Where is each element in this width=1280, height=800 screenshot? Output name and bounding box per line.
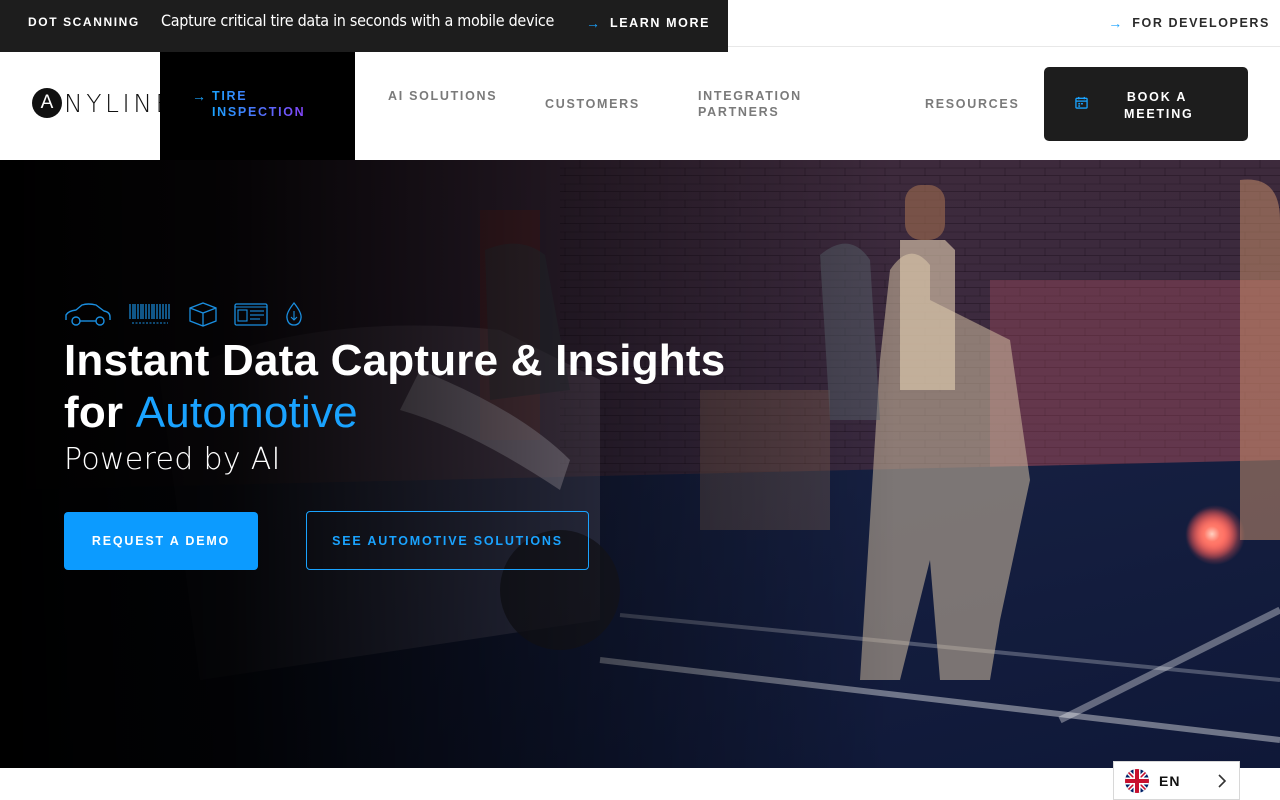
chevron-right-icon bbox=[1218, 774, 1227, 788]
logo-text: NYLINE bbox=[64, 88, 175, 118]
announcement-bar: DOT SCANNING Capture critical tire data … bbox=[0, 0, 1280, 52]
hero-section: Instant Data Capture & Insights for Auto… bbox=[0, 160, 1280, 768]
package-icon bbox=[189, 302, 217, 327]
language-selector[interactable]: EN bbox=[1113, 761, 1240, 800]
learn-more-label: LEARN MORE bbox=[610, 16, 711, 30]
feature-icons bbox=[64, 300, 304, 328]
language-code: EN bbox=[1159, 773, 1181, 789]
nav-item-customers[interactable]: CUSTOMERS bbox=[545, 96, 640, 112]
learn-more-link[interactable]: → LEARN MORE bbox=[586, 15, 710, 31]
uk-flag-icon bbox=[1125, 769, 1149, 793]
request-demo-button[interactable]: REQUEST A DEMO bbox=[64, 512, 258, 570]
logo-mark: A bbox=[32, 88, 62, 118]
book-meeting-button[interactable]: BOOK A MEETING bbox=[1044, 67, 1248, 141]
anyline-logo[interactable]: A NYLINE bbox=[32, 88, 175, 118]
announcement-badge: DOT SCANNING bbox=[28, 15, 140, 29]
nav-item-tire-inspection[interactable]: → TIRE INSPECTION bbox=[160, 52, 355, 160]
arrow-right-icon: → bbox=[192, 88, 206, 104]
main-nav: A NYLINE → TIRE INSPECTION AI SOLUTIONS … bbox=[0, 52, 1280, 160]
hero-title: Instant Data Capture & Insights for Auto… bbox=[64, 335, 725, 439]
nav-item-integration-partners[interactable]: INTEGRATION PARTNERS bbox=[698, 88, 828, 120]
arrow-right-icon: → bbox=[1108, 15, 1123, 31]
hero-title-line1: Instant Data Capture & Insights bbox=[64, 336, 726, 385]
barcode-icon bbox=[129, 304, 170, 324]
id-card-icon bbox=[234, 303, 268, 326]
hero-subtitle: Powered by AI bbox=[64, 442, 281, 477]
droplet-icon bbox=[286, 301, 302, 326]
for-developers-label: FOR DEVELOPERS bbox=[1132, 16, 1270, 30]
nav-item-resources[interactable]: RESOURCES bbox=[925, 96, 1019, 112]
book-meeting-label: BOOK A MEETING bbox=[1124, 90, 1194, 121]
for-developers-link[interactable]: → FOR DEVELOPERS bbox=[1108, 15, 1270, 31]
calendar-icon bbox=[1075, 96, 1088, 109]
nav-item-ai-solutions[interactable]: AI SOLUTIONS bbox=[388, 88, 498, 104]
announcement-banner: DOT SCANNING Capture critical tire data … bbox=[0, 0, 728, 52]
car-icon bbox=[65, 303, 111, 326]
arrow-right-icon: → bbox=[586, 15, 600, 31]
nav-item-label: TIRE INSPECTION bbox=[212, 88, 312, 120]
announcement-text: Capture critical tire data in seconds wi… bbox=[161, 11, 555, 30]
hero-title-for: for bbox=[64, 388, 124, 437]
see-automotive-solutions-button[interactable]: SEE AUTOMOTIVE SOLUTIONS bbox=[306, 511, 589, 570]
hero-title-accent: Automotive bbox=[135, 388, 358, 437]
